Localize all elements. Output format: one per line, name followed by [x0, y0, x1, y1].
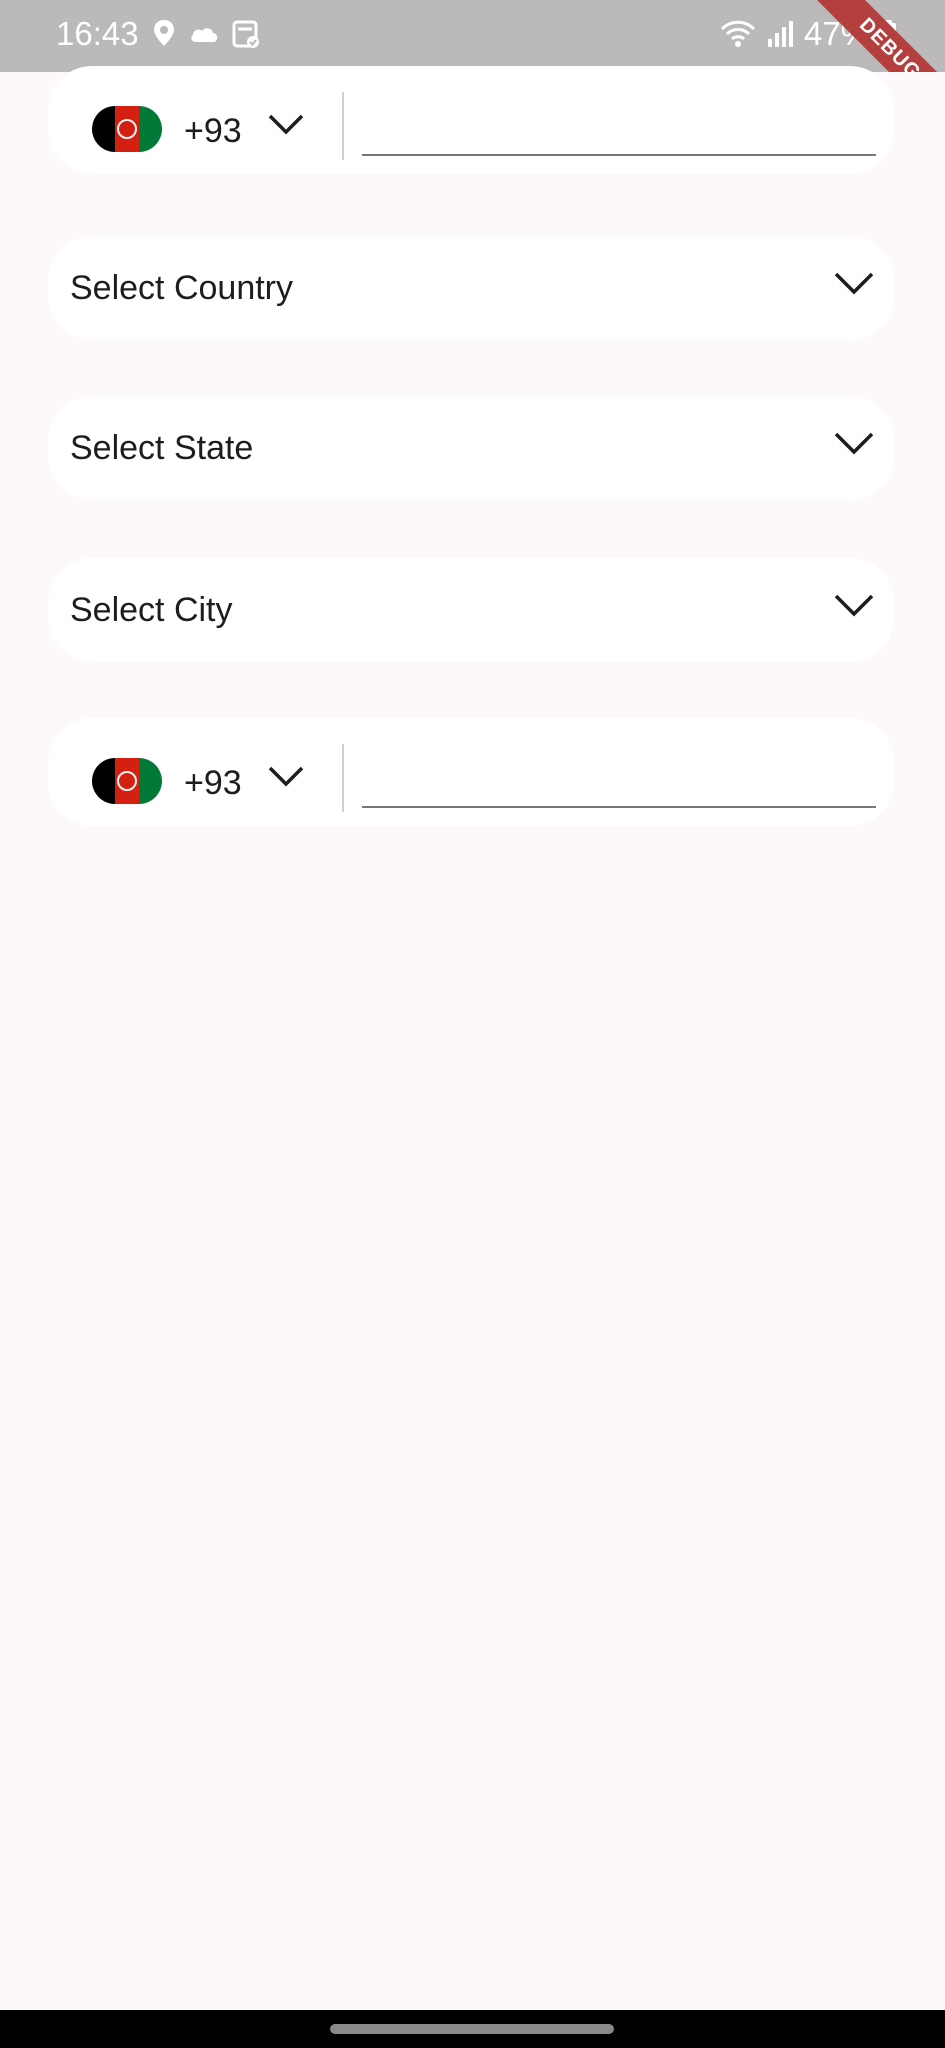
navigation-bar — [0, 2010, 945, 2048]
chevron-down-icon — [834, 432, 874, 461]
cloud-icon — [188, 22, 220, 51]
afghanistan-flag-icon[interactable] — [92, 758, 162, 804]
divider — [342, 92, 344, 160]
state-dropdown[interactable]: Select State — [48, 396, 894, 500]
chevron-down-icon[interactable] — [268, 766, 304, 793]
chevron-down-icon[interactable] — [268, 114, 304, 141]
country-dropdown[interactable]: Select Country — [48, 236, 894, 340]
dial-code[interactable]: +93 — [184, 763, 242, 803]
city-dropdown-label: Select City — [70, 591, 233, 629]
wifi-icon — [720, 19, 756, 54]
phone-number-field-top: +93 — [48, 66, 894, 174]
phone-number-field-bottom: +93 — [48, 718, 894, 826]
state-dropdown-label: Select State — [70, 429, 254, 467]
chevron-down-icon — [834, 272, 874, 301]
notification-icons — [152, 18, 260, 55]
home-indicator[interactable] — [330, 2024, 614, 2034]
phone-number-input[interactable] — [362, 102, 876, 156]
status-time: 16:43 — [56, 15, 139, 52]
phone-number-input[interactable] — [362, 754, 876, 808]
chevron-down-icon — [834, 594, 874, 623]
divider — [342, 744, 344, 812]
city-dropdown[interactable]: Select City — [48, 558, 894, 662]
country-dropdown-label: Select Country — [70, 269, 293, 307]
signal-icon — [766, 19, 794, 54]
location-pin-icon — [152, 18, 176, 55]
afghanistan-flag-icon[interactable] — [92, 106, 162, 152]
calendar-check-icon — [232, 19, 260, 54]
status-bar: 16:43 47% DEBUG — [0, 0, 945, 72]
dial-code[interactable]: +93 — [184, 111, 242, 151]
